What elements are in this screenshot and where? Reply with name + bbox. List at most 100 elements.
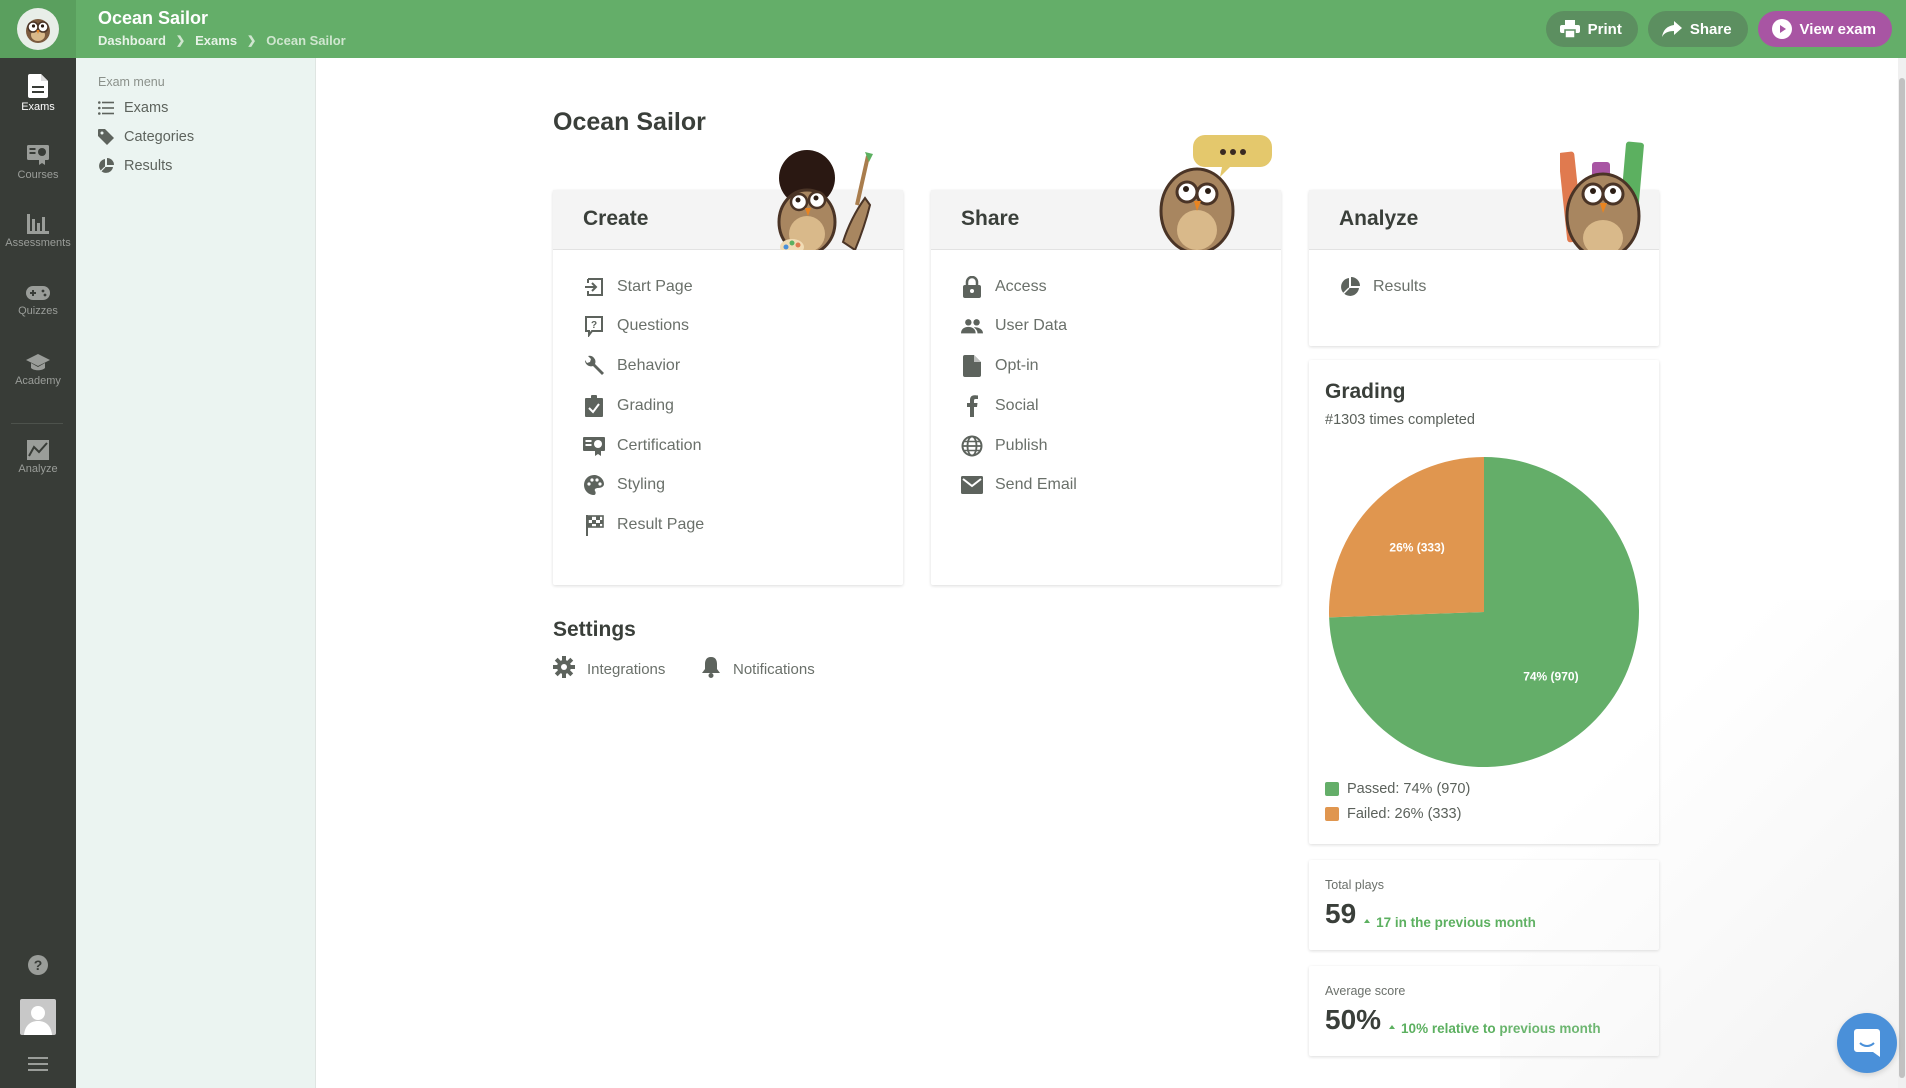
certificate-icon (27, 145, 49, 165)
create-grading[interactable]: Grading (583, 395, 674, 417)
create-start-page[interactable]: Start Page (583, 276, 693, 298)
chevron-right-icon: ❯ (247, 35, 257, 47)
breadcrumb: Dashboard ❯ Exams ❯ Ocean Sailor (98, 33, 346, 48)
lock-icon (961, 276, 983, 298)
share-social[interactable]: Social (961, 395, 1039, 417)
play-circle-icon (1771, 19, 1792, 39)
share-publish[interactable]: Publish (961, 435, 1047, 457)
rail-item-analyze[interactable]: Analyze (0, 440, 76, 475)
create-certification[interactable]: Certification (583, 435, 701, 457)
user-avatar-icon (20, 999, 56, 1035)
checkered-flag-icon (583, 514, 605, 536)
share-card-header: Share (931, 190, 1281, 250)
rail-item-exams[interactable]: Exams (0, 74, 76, 113)
scrollbar-thumb[interactable] (1899, 78, 1905, 1078)
view-exam-button[interactable]: View exam (1757, 11, 1892, 47)
hamburger-menu-button[interactable] (0, 1057, 76, 1071)
share-access[interactable]: Access (961, 276, 1047, 298)
analyze-results[interactable]: Results (1339, 276, 1426, 298)
rail-divider (11, 423, 63, 424)
facebook-icon (961, 395, 983, 417)
share-user-data[interactable]: User Data (961, 315, 1067, 337)
menu-item-label: Questions (617, 317, 690, 334)
average-score-card: Average score 50% 10% relative to previo… (1309, 966, 1659, 1056)
graduation-cap-icon (26, 354, 50, 371)
rail-item-courses[interactable]: Courses (0, 144, 76, 181)
menu-item-label: Access (995, 278, 1047, 295)
average-score-delta-text: 10% relative to previous month (1401, 1021, 1601, 1036)
settings-integrations[interactable]: Integrations (553, 656, 665, 682)
menu-item-label: Start Page (617, 278, 693, 295)
share-opt-in[interactable]: Opt-in (961, 355, 1039, 377)
svg-text:?: ? (591, 320, 597, 331)
settings-notifications[interactable]: Notifications (701, 656, 815, 682)
avatar[interactable] (0, 999, 76, 1035)
create-card: Create Start Page ? Questions Behavior G… (553, 190, 903, 585)
total-plays-delta: 17 in the previous month (1364, 915, 1536, 930)
share-label: Share (1689, 20, 1732, 38)
menu-item-label: Styling (617, 476, 666, 493)
menu-item-label: Grading (617, 397, 674, 414)
total-plays-label: Total plays (1325, 878, 1385, 892)
owl-logo[interactable] (17, 8, 59, 50)
chat-icon (1854, 1029, 1880, 1057)
create-behavior[interactable]: Behavior (583, 355, 680, 377)
settings-item-label: Integrations (587, 660, 666, 678)
hamburger-menu-icon (28, 1057, 48, 1071)
document-icon (28, 74, 48, 98)
menu-item-label: Social (995, 397, 1039, 414)
legend-item-failed[interactable]: Failed: 26% (333) (1325, 806, 1461, 822)
create-questions[interactable]: ? Questions (583, 315, 689, 337)
help-icon: ? (28, 955, 48, 975)
menu-item-label: User Data (995, 317, 1068, 334)
help-button[interactable]: ? (0, 955, 76, 975)
menu-item-label: Result Page (617, 516, 705, 533)
total-plays-card: Total plays 59 17 in the previous month (1309, 860, 1659, 950)
breadcrumb-exams[interactable]: Exams (195, 33, 237, 48)
submenu-item-results[interactable]: Results (98, 158, 172, 174)
rail-item-quizzes[interactable]: Quizzes (0, 286, 76, 317)
create-result-page[interactable]: Result Page (583, 514, 704, 536)
rail-label: Courses (17, 169, 59, 181)
breadcrumb-dashboard[interactable]: Dashboard (98, 33, 166, 48)
sign-in-icon (583, 276, 605, 298)
rail-label: Exams (21, 101, 55, 113)
rail-label: Assessments (5, 237, 71, 249)
rail-item-assessments[interactable]: Assessments (0, 214, 76, 249)
create-styling[interactable]: Styling (583, 474, 665, 496)
settings-item-label: Notifications (733, 660, 815, 678)
grading-card: Grading #1303 times completed 74% (970) 2… (1309, 360, 1659, 844)
page-scrollbar[interactable] (1898, 58, 1906, 1088)
app-title: Ocean Sailor (98, 8, 209, 28)
legend-label: Passed: 74% (970) (1347, 781, 1471, 797)
legend-item-passed[interactable]: Passed: 74% (970) (1325, 781, 1470, 797)
grading-title: Grading (1325, 380, 1406, 403)
pie-slice-failed[interactable] (1329, 457, 1484, 618)
chat-launcher-button[interactable] (1837, 1013, 1897, 1073)
menu-item-label: Opt-in (995, 357, 1039, 374)
page-title: Ocean Sailor (553, 108, 706, 136)
average-score-label: Average score (1325, 984, 1406, 998)
gamepad-icon (26, 286, 50, 300)
legend-swatch-passed (1325, 782, 1339, 796)
share-send-email[interactable]: Send Email (961, 474, 1077, 496)
submenu-label: Exams (124, 100, 169, 116)
menu-item-label: Publish (995, 437, 1048, 454)
rail-label: Quizzes (18, 305, 58, 317)
trend-up-icon (1389, 1025, 1396, 1029)
line-chart-icon (27, 440, 49, 460)
trend-up-icon (1364, 919, 1371, 923)
certificate-icon (583, 435, 605, 457)
submenu-item-exams[interactable]: Exams (98, 100, 168, 116)
total-plays-value: 59 (1325, 898, 1357, 929)
rail-item-academy[interactable]: Academy (0, 354, 76, 387)
logo-cell[interactable] (0, 0, 76, 58)
wrench-icon (583, 355, 605, 377)
legend-label: Failed: 26% (333) (1347, 806, 1462, 822)
submenu-item-categories[interactable]: Categories (98, 129, 194, 145)
analyze-card-title: Analyze (1339, 207, 1419, 230)
pie-chart-icon (1339, 276, 1361, 298)
share-button[interactable]: Share (1647, 11, 1748, 47)
average-score-delta: 10% relative to previous month (1389, 1021, 1601, 1036)
print-button[interactable]: Print (1545, 11, 1638, 47)
